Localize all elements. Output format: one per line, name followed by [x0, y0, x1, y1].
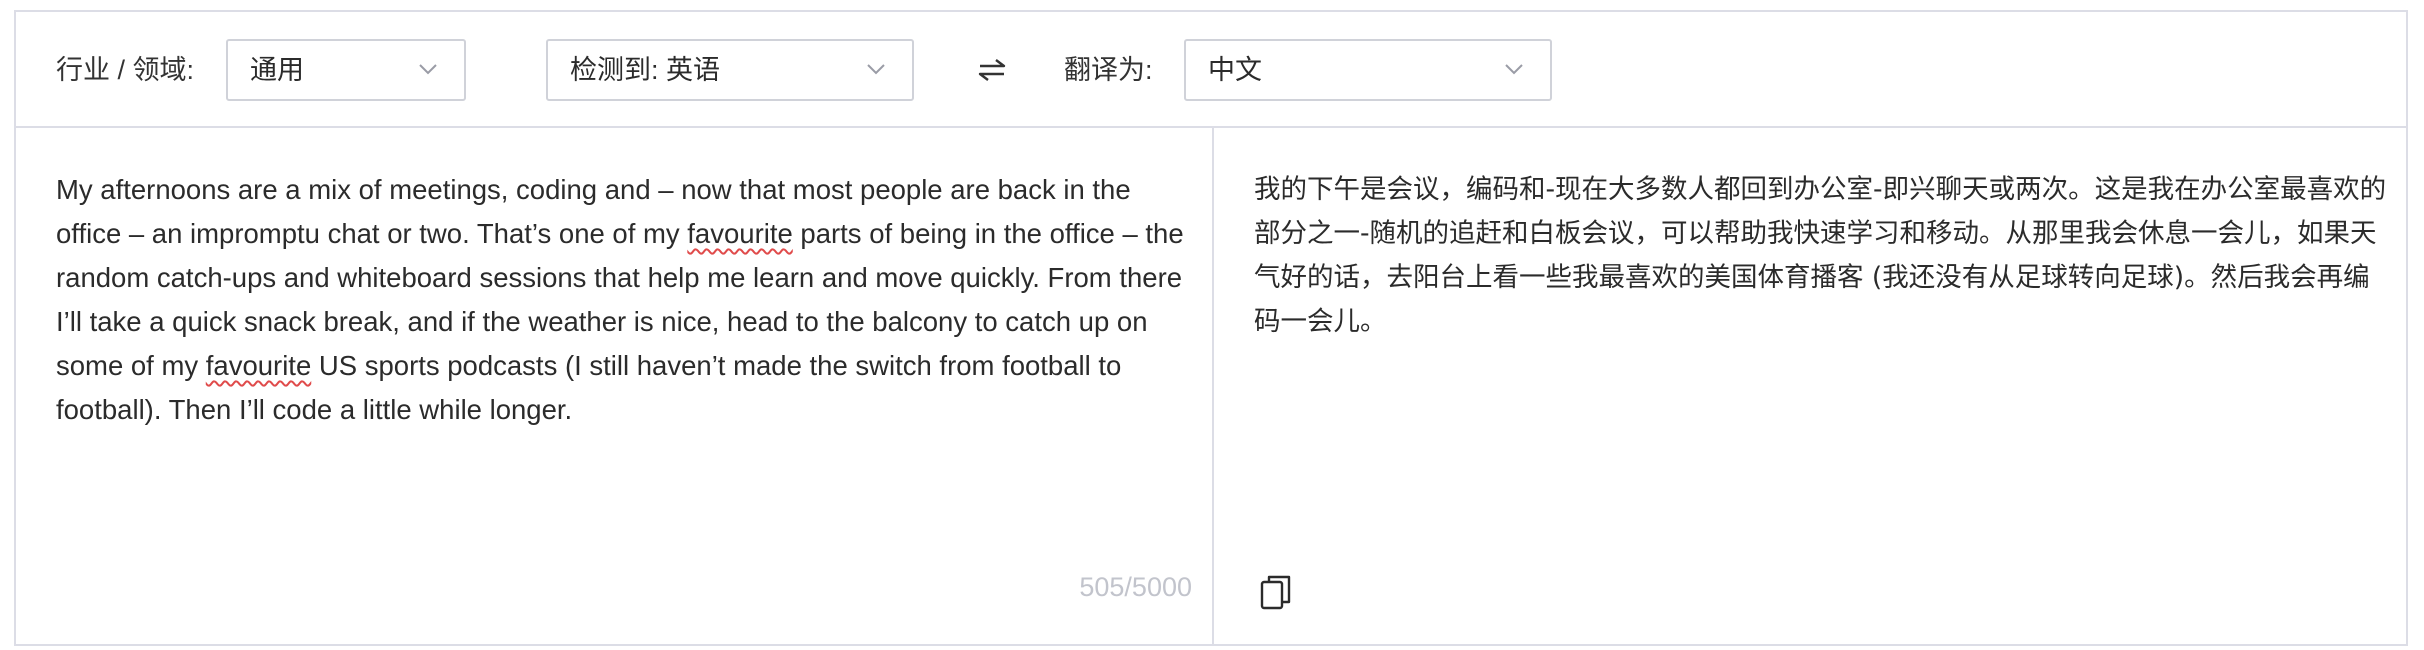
- target-language-value: 中文: [1208, 55, 1262, 85]
- spelling-flagged-word: favourite: [687, 218, 793, 249]
- translator-panel: 行业 / 领域: 通用 检测到: 英语 翻译为: 中文 My afternoon…: [14, 10, 2408, 646]
- character-count: 505/5000: [1079, 572, 1192, 602]
- swap-arrows-icon[interactable]: [972, 50, 1012, 90]
- chevron-down-icon: [1505, 64, 1523, 75]
- toolbar: 行业 / 领域: 通用 检测到: 英语 翻译为: 中文: [16, 12, 2406, 128]
- pane-divider: [1212, 128, 1214, 646]
- industry-select[interactable]: 通用: [226, 39, 466, 101]
- translation-output: 我的下午是会议，编码和-现在大多数人都回到办公室-即兴聊天或两次。这是我在办公室…: [1254, 174, 2387, 337]
- industry-select-value: 通用: [250, 55, 304, 85]
- source-language-value: 检测到: 英语: [570, 55, 721, 85]
- industry-label: 行业 / 领域:: [56, 55, 195, 85]
- chevron-down-icon: [867, 64, 885, 75]
- source-text-input[interactable]: My afternoons are a mix of meetings, cod…: [56, 168, 1192, 432]
- target-language-select[interactable]: 中文: [1184, 39, 1552, 101]
- chevron-down-icon: [419, 64, 437, 75]
- spelling-flagged-word: favourite: [205, 350, 312, 381]
- source-language-select[interactable]: 检测到: 英语: [546, 39, 914, 101]
- copy-icon[interactable]: [1256, 572, 1296, 616]
- translate-to-label: 翻译为:: [1064, 55, 1153, 85]
